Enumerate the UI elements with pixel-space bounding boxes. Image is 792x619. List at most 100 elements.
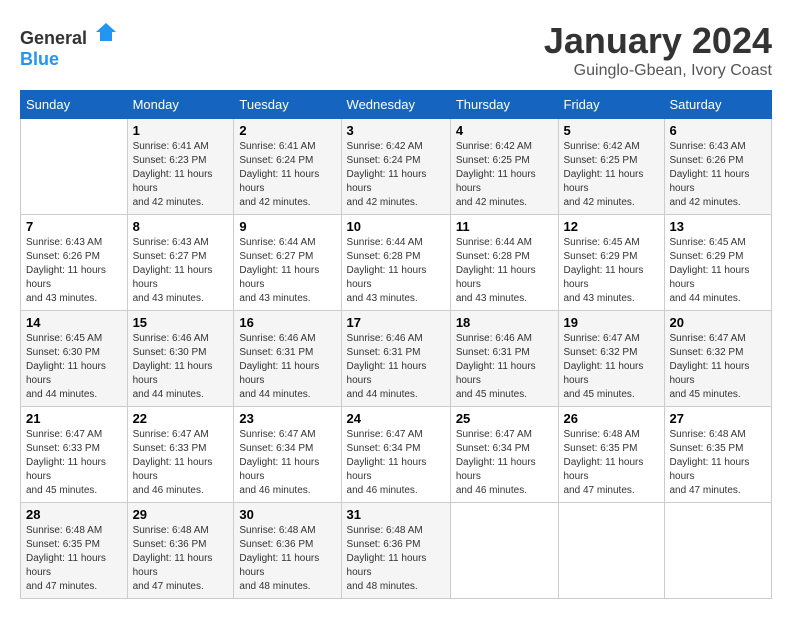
logo-icon (94, 20, 118, 44)
day-number: 12 (564, 219, 659, 234)
calendar-cell: 27Sunrise: 6:48 AMSunset: 6:35 PMDayligh… (664, 407, 772, 503)
title-block: January 2024 Guinglo-Gbean, Ivory Coast (544, 20, 772, 80)
day-info: Sunrise: 6:47 AMSunset: 6:34 PMDaylight:… (347, 428, 445, 498)
day-number: 1 (133, 123, 229, 138)
day-number: 26 (564, 411, 659, 426)
calendar-cell: 7 Sunrise: 6:43 AMSunset: 6:26 PMDaylight… (21, 215, 128, 311)
calendar-cell: 3 Sunrise: 6:42 AMSunset: 6:24 PMDaylight… (341, 119, 450, 215)
calendar-cell (558, 503, 664, 599)
day-info: Sunrise: 6:47 AMSunset: 6:32 PMDaylight:… (564, 332, 659, 402)
calendar-cell: 15Sunrise: 6:46 AMSunset: 6:30 PMDayligh… (127, 311, 234, 407)
calendar-cell: 17Sunrise: 6:46 AMSunset: 6:31 PMDayligh… (341, 311, 450, 407)
day-number: 22 (133, 411, 229, 426)
day-number: 30 (239, 507, 335, 522)
day-info: Sunrise: 6:48 AMSunset: 6:36 PMDaylight:… (239, 524, 335, 594)
calendar-cell: 22 Sunrise: 6:47 AMSunset: 6:33 PMDayligh… (127, 407, 234, 503)
calendar-cell: 11 Sunrise: 6:44 AMSunset: 6:28 PMDayligh… (450, 215, 558, 311)
calendar-cell: 31Sunrise: 6:48 AMSunset: 6:36 PMDayligh… (341, 503, 450, 599)
header-saturday: Saturday (664, 91, 772, 119)
day-info: Sunrise: 6:44 AMSunset: 6:28 PMDaylight:… (456, 236, 553, 306)
calendar-cell: 12Sunrise: 6:45 AMSunset: 6:29 PMDayligh… (558, 215, 664, 311)
header-friday: Friday (558, 91, 664, 119)
day-info: Sunrise: 6:47 AMSunset: 6:33 PMDaylight:… (26, 428, 122, 498)
calendar-cell: 4Sunrise: 6:42 AMSunset: 6:25 PMDaylight… (450, 119, 558, 215)
day-number: 21 (26, 411, 122, 426)
day-number: 27 (670, 411, 767, 426)
header-monday: Monday (127, 91, 234, 119)
calendar-title: January 2024 (544, 20, 772, 62)
calendar-week-3: 14Sunrise: 6:45 AMSunset: 6:30 PMDayligh… (21, 311, 772, 407)
day-info: Sunrise: 6:43 AMSunset: 6:26 PMDaylight:… (26, 236, 122, 306)
calendar-cell: 6Sunrise: 6:43 AMSunset: 6:26 PMDaylight… (664, 119, 772, 215)
calendar-subtitle: Guinglo-Gbean, Ivory Coast (544, 62, 772, 80)
calendar-cell: 29Sunrise: 6:48 AMSunset: 6:36 PMDayligh… (127, 503, 234, 599)
day-number: 18 (456, 315, 553, 330)
calendar-cell: 21 Sunrise: 6:47 AMSunset: 6:33 PMDayligh… (21, 407, 128, 503)
day-number: 3 (347, 123, 445, 138)
day-info: Sunrise: 6:45 AMSunset: 6:30 PMDaylight:… (26, 332, 122, 402)
calendar-cell: 19 Sunrise: 6:47 AMSunset: 6:32 PMDayligh… (558, 311, 664, 407)
logo: General Blue (20, 20, 118, 70)
day-info: Sunrise: 6:48 AMSunset: 6:35 PMDaylight:… (26, 524, 122, 594)
day-number: 5 (564, 123, 659, 138)
calendar-cell: 2Sunrise: 6:41 AMSunset: 6:24 PMDaylight… (234, 119, 341, 215)
calendar-week-5: 28 Sunrise: 6:48 AMSunset: 6:35 PMDayligh… (21, 503, 772, 599)
day-info: Sunrise: 6:47 AMSunset: 6:34 PMDaylight:… (456, 428, 553, 498)
day-number: 9 (239, 219, 335, 234)
day-info: Sunrise: 6:45 AMSunset: 6:29 PMDaylight:… (670, 236, 767, 306)
day-number: 10 (347, 219, 445, 234)
day-number: 11 (456, 219, 553, 234)
calendar-table: SundayMondayTuesdayWednesdayThursdayFrid… (20, 90, 772, 599)
calendar-cell: 9 Sunrise: 6:44 AMSunset: 6:27 PMDaylight… (234, 215, 341, 311)
header-sunday: Sunday (21, 91, 128, 119)
day-info: Sunrise: 6:42 AMSunset: 6:25 PMDaylight:… (564, 140, 659, 210)
calendar-cell: 26Sunrise: 6:48 AMSunset: 6:35 PMDayligh… (558, 407, 664, 503)
calendar-week-1: 1Sunrise: 6:41 AMSunset: 6:23 PMDaylight… (21, 119, 772, 215)
page-header: General Blue January 2024 Guinglo-Gbean,… (20, 20, 772, 80)
day-info: Sunrise: 6:43 AMSunset: 6:27 PMDaylight:… (133, 236, 229, 306)
day-info: Sunrise: 6:46 AMSunset: 6:31 PMDaylight:… (239, 332, 335, 402)
day-number: 8 (133, 219, 229, 234)
logo-text: General Blue (20, 20, 118, 70)
calendar-cell: 20 Sunrise: 6:47 AMSunset: 6:32 PMDayligh… (664, 311, 772, 407)
calendar-cell: 18 Sunrise: 6:46 AMSunset: 6:31 PMDayligh… (450, 311, 558, 407)
day-number: 24 (347, 411, 445, 426)
day-info: Sunrise: 6:44 AMSunset: 6:28 PMDaylight:… (347, 236, 445, 306)
day-info: Sunrise: 6:42 AMSunset: 6:24 PMDaylight:… (347, 140, 445, 210)
day-number: 20 (670, 315, 767, 330)
calendar-cell: 13 Sunrise: 6:45 AMSunset: 6:29 PMDayligh… (664, 215, 772, 311)
calendar-cell: 16 Sunrise: 6:46 AMSunset: 6:31 PMDayligh… (234, 311, 341, 407)
calendar-cell: 1Sunrise: 6:41 AMSunset: 6:23 PMDaylight… (127, 119, 234, 215)
calendar-cell: 8 Sunrise: 6:43 AMSunset: 6:27 PMDaylight… (127, 215, 234, 311)
header-wednesday: Wednesday (341, 91, 450, 119)
day-info: Sunrise: 6:47 AMSunset: 6:34 PMDaylight:… (239, 428, 335, 498)
day-number: 23 (239, 411, 335, 426)
day-info: Sunrise: 6:47 AMSunset: 6:32 PMDaylight:… (670, 332, 767, 402)
calendar-cell (664, 503, 772, 599)
day-number: 13 (670, 219, 767, 234)
day-info: Sunrise: 6:42 AMSunset: 6:25 PMDaylight:… (456, 140, 553, 210)
day-number: 29 (133, 507, 229, 522)
day-info: Sunrise: 6:47 AMSunset: 6:33 PMDaylight:… (133, 428, 229, 498)
calendar-week-4: 21 Sunrise: 6:47 AMSunset: 6:33 PMDayligh… (21, 407, 772, 503)
calendar-cell: 24 Sunrise: 6:47 AMSunset: 6:34 PMDayligh… (341, 407, 450, 503)
day-number: 7 (26, 219, 122, 234)
day-info: Sunrise: 6:46 AMSunset: 6:31 PMDaylight:… (456, 332, 553, 402)
calendar-cell: 10 Sunrise: 6:44 AMSunset: 6:28 PMDayligh… (341, 215, 450, 311)
day-number: 19 (564, 315, 659, 330)
calendar-cell (450, 503, 558, 599)
day-number: 16 (239, 315, 335, 330)
day-number: 31 (347, 507, 445, 522)
logo-general: General (20, 28, 87, 48)
day-number: 17 (347, 315, 445, 330)
day-number: 28 (26, 507, 122, 522)
calendar-header-row: SundayMondayTuesdayWednesdayThursdayFrid… (21, 91, 772, 119)
day-info: Sunrise: 6:44 AMSunset: 6:27 PMDaylight:… (239, 236, 335, 306)
day-info: Sunrise: 6:46 AMSunset: 6:30 PMDaylight:… (133, 332, 229, 402)
calendar-cell: 5 Sunrise: 6:42 AMSunset: 6:25 PMDaylight… (558, 119, 664, 215)
day-info: Sunrise: 6:41 AMSunset: 6:24 PMDaylight:… (239, 140, 335, 210)
logo-blue: Blue (20, 49, 59, 69)
day-number: 6 (670, 123, 767, 138)
header-tuesday: Tuesday (234, 91, 341, 119)
calendar-cell: 28 Sunrise: 6:48 AMSunset: 6:35 PMDayligh… (21, 503, 128, 599)
